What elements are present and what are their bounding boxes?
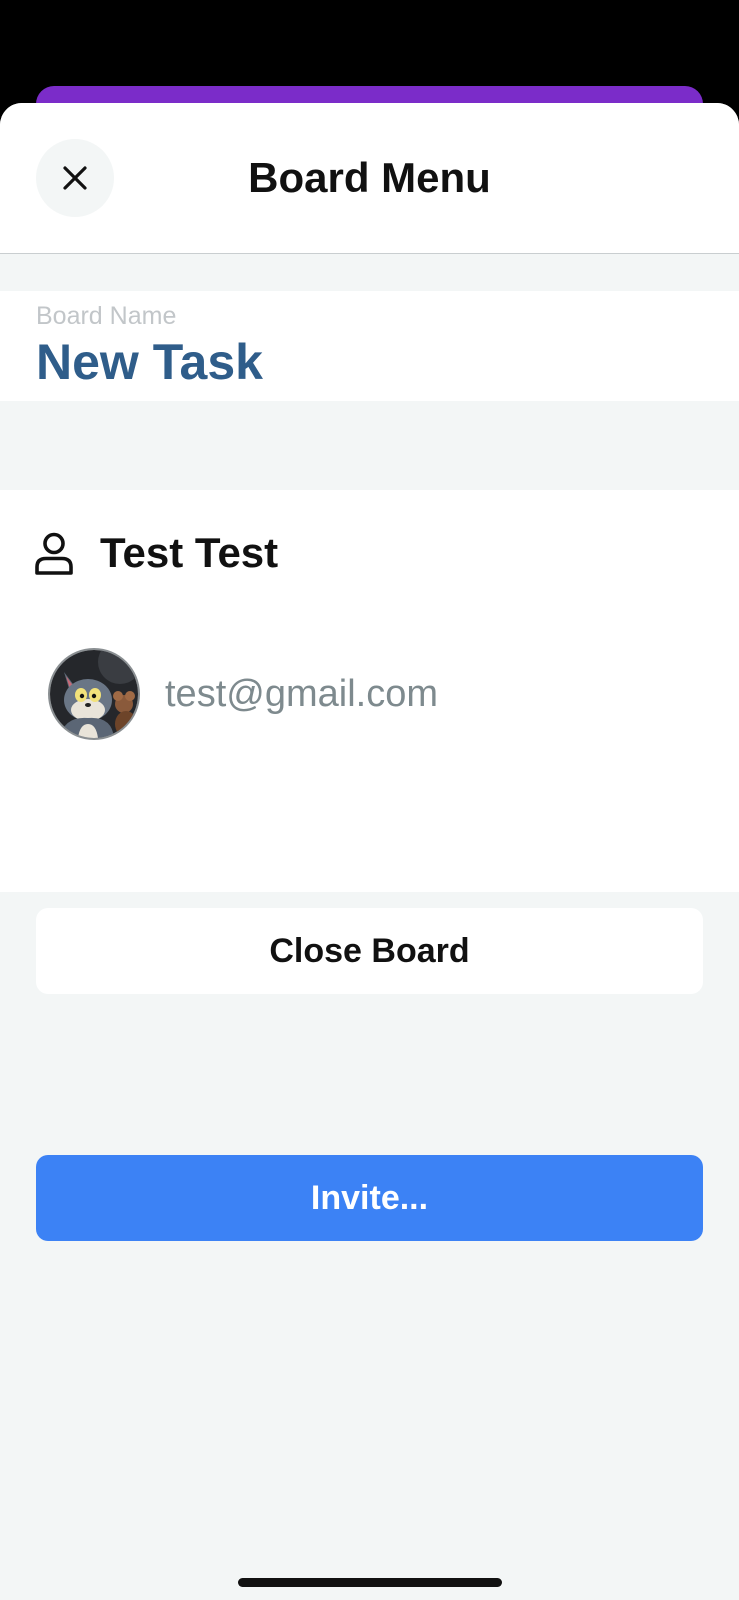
member-email: test@gmail.com [165, 673, 438, 715]
board-menu-sheet: Board Menu Board Name New Task Test Test [0, 103, 739, 1600]
board-owner-name: Test Test [100, 529, 279, 576]
board-name-label: Board Name [36, 302, 177, 330]
board-name-field[interactable]: Board Name New Task [0, 291, 739, 401]
home-indicator[interactable] [238, 1578, 502, 1587]
page-title: Board Menu [248, 154, 491, 201]
members-section: Test Test test@gmail.com Invite... [0, 490, 739, 1241]
user-icon [35, 532, 73, 575]
board-name-value[interactable]: New Task [36, 331, 263, 393]
close-board-button[interactable]: Close Board [36, 908, 703, 994]
invite-button[interactable]: Invite... [36, 1155, 703, 1241]
avatar [50, 650, 138, 738]
sheet-header: Board Menu [0, 103, 739, 254]
